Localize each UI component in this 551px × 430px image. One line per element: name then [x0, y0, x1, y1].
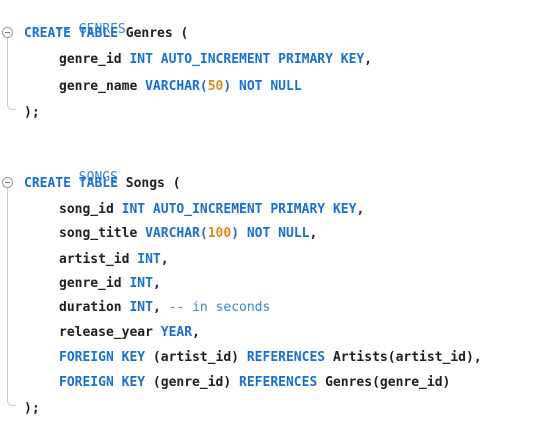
create-table-songs: CREATE TABLE Songs (	[24, 174, 181, 194]
fold-guide-line	[7, 38, 8, 104]
column-name: song_title	[59, 226, 146, 241]
column-type: VARCHAR(	[145, 226, 208, 241]
column-name: song_id	[59, 202, 122, 217]
punct: ,	[160, 252, 169, 267]
sql-editor[interactable]: -- GENRES CREATE TABLE Genres ( genre_id…	[0, 0, 551, 430]
table-name: Genres (	[117, 26, 189, 41]
fold-toggle-icon[interactable]	[2, 27, 13, 38]
keyword: CREATE TABLE	[24, 176, 118, 191]
fk-column: (genre_id)	[145, 375, 240, 390]
column-song-title: song_title VARCHAR(100) NOT NULL,	[59, 224, 317, 244]
fold-end-marker	[7, 103, 16, 110]
constraint: NOT NULL	[231, 79, 302, 94]
fold-guide-line	[7, 188, 8, 400]
column-name: duration	[59, 300, 130, 315]
column-type: INT	[129, 300, 153, 315]
fk-target: Genres(genre_id)	[317, 375, 451, 390]
column-name: release_year	[59, 325, 161, 340]
punct: ,	[364, 52, 373, 67]
column-type: INT	[129, 276, 153, 291]
fk-target: Artists(artist_id),	[325, 350, 482, 365]
column-type: YEAR	[160, 325, 193, 340]
punct: ,	[152, 276, 161, 291]
close-genres: );	[24, 103, 40, 123]
keyword: REFERENCES	[239, 375, 318, 390]
fold-end-marker	[7, 399, 16, 406]
length-number: 100	[207, 226, 232, 241]
inline-comment: -- in seconds	[168, 300, 271, 315]
comment-songs: -- SONGS	[24, 148, 118, 185]
punct: ,	[152, 300, 169, 315]
table-name: Songs (	[117, 176, 181, 191]
length-number: 50	[207, 79, 224, 94]
foreign-key-artist: FOREIGN KEY (artist_id) REFERENCES Artis…	[59, 348, 482, 368]
column-release-year: release_year YEAR,	[59, 323, 200, 343]
constraint: NOT NULL	[239, 226, 310, 241]
column-duration: duration INT, -- in seconds	[59, 298, 270, 318]
column-name: genre_id	[59, 276, 130, 291]
create-table-genres: CREATE TABLE Genres (	[24, 24, 188, 44]
column-name: genre_name	[59, 79, 146, 94]
punct: );	[24, 401, 40, 416]
column-name: artist_id	[59, 252, 138, 267]
fk-column: (artist_id)	[145, 350, 247, 365]
keyword: REFERENCES	[246, 350, 326, 365]
column-type: INT AUTO_INCREMENT PRIMARY KEY	[121, 202, 357, 217]
column-type: INT AUTO_INCREMENT PRIMARY KEY	[129, 52, 365, 67]
column-name: genre_id	[59, 52, 130, 67]
column-genre-id: genre_id INT AUTO_INCREMENT PRIMARY KEY,	[59, 50, 372, 70]
column-type: VARCHAR(	[145, 79, 208, 94]
comment-genres: -- GENRES	[24, 0, 125, 37]
keyword: CREATE TABLE	[24, 26, 118, 41]
punct: ,	[356, 202, 365, 217]
close-songs: );	[24, 399, 40, 419]
fold-toggle-icon[interactable]	[2, 177, 13, 188]
keyword: FOREIGN KEY	[59, 375, 146, 390]
column-artist-id: artist_id INT,	[59, 250, 169, 270]
keyword: FOREIGN KEY	[59, 350, 146, 365]
column-type: INT	[137, 252, 161, 267]
column-genre-id: genre_id INT,	[59, 274, 161, 294]
punct: );	[24, 105, 40, 120]
foreign-key-genre: FOREIGN KEY (genre_id) REFERENCES Genres…	[59, 373, 450, 393]
punct: ,	[192, 325, 200, 340]
column-song-id: song_id INT AUTO_INCREMENT PRIMARY KEY,	[59, 200, 364, 220]
column-genre-name: genre_name VARCHAR(50) NOT NULL	[59, 77, 302, 97]
type-close: )	[231, 226, 240, 241]
punct: ,	[309, 226, 318, 241]
